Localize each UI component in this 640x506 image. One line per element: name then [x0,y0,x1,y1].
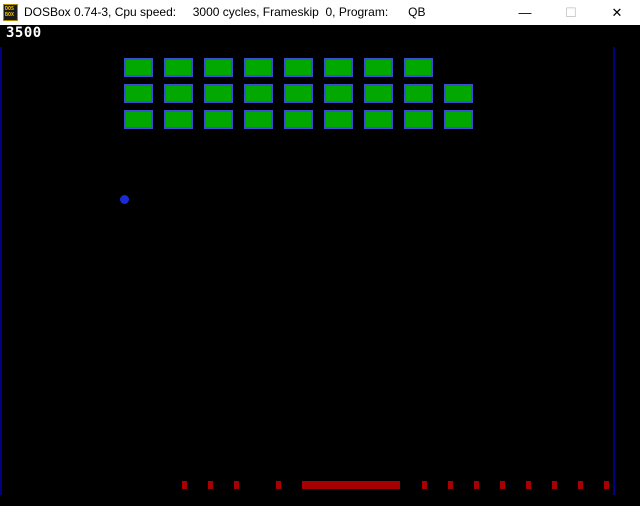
paddle-segment [234,481,239,489]
brick [124,58,153,77]
brick [324,58,353,77]
paddle-segment [526,481,531,489]
score-display: 3500 [6,25,42,41]
brick [364,84,393,103]
paddle-segment [276,481,281,489]
brick [284,110,313,129]
brick [324,110,353,129]
paddle-segment [604,481,609,489]
brick [124,110,153,129]
brick [244,58,273,77]
paddle-bar [302,481,400,489]
left-wall [0,47,2,495]
brick [444,84,473,103]
dosbox-app-icon[interactable]: DOS BOX [3,4,18,21]
paddle-segment [552,481,557,489]
brick [364,58,393,77]
brick [324,84,353,103]
paddle-segment [500,481,505,489]
brick [364,110,393,129]
game-screen[interactable]: 3500 [0,25,640,506]
title-bar[interactable]: DOS BOX DOSBox 0.74-3, Cpu speed: 3000 c… [0,0,640,25]
ball-icon [120,195,129,204]
brick [164,58,193,77]
brick [204,84,233,103]
paddle-segment [182,481,187,489]
close-icon: ✕ [611,4,623,20]
brick [284,84,313,103]
brick [404,110,433,129]
right-wall [613,47,615,495]
paddle-segment [448,481,453,489]
brick [124,84,153,103]
brick [244,84,273,103]
brick [444,110,473,129]
paddle-segment [208,481,213,489]
paddle-segment [422,481,427,489]
paddle-segment [578,481,583,489]
brick [204,110,233,129]
minimize-icon: — [518,5,532,20]
icon-label-box: BOX [5,12,15,18]
minimize-button[interactable]: — [502,0,548,25]
brick [164,84,193,103]
close-button[interactable]: ✕ [594,0,640,25]
brick [204,58,233,77]
maximize-icon: ☐ [565,4,577,20]
brick [404,58,433,77]
brick [164,110,193,129]
brick [284,58,313,77]
window-title: DOSBox 0.74-3, Cpu speed: 3000 cycles, F… [24,5,426,19]
maximize-button[interactable]: ☐ [548,0,594,25]
brick [404,84,433,103]
brick [244,110,273,129]
paddle-segment [474,481,479,489]
